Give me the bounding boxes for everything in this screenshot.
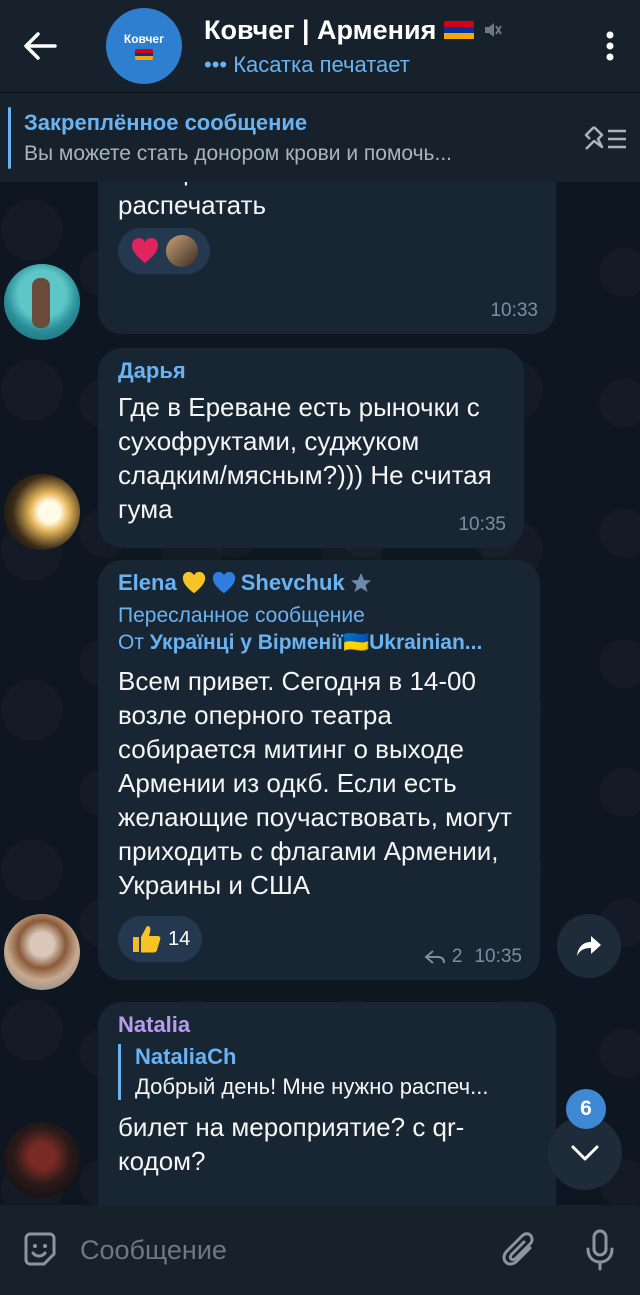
forward-from-name: Українці у Вірменії🇺🇦Ukrainian... — [149, 631, 483, 654]
chat-title-row: Ковчег | Армения — [204, 15, 580, 46]
pinned-title: Закреплённое сообщение — [24, 109, 308, 135]
muted-icon — [485, 23, 503, 37]
unread-badge: 6 — [566, 1089, 606, 1129]
pinned-message-bar[interactable]: Закреплённое сообщение Вы можете стать д… — [0, 92, 640, 182]
reaction-heart[interactable] — [118, 228, 210, 274]
message-text-partial: и в офисах моб.связи распечатать — [118, 182, 380, 220]
message-time: 10:35 — [458, 514, 506, 535]
message-author[interactable]: Elena Shevchuk — [118, 570, 520, 596]
pinned-indicator — [8, 106, 11, 169]
message-meta: 2 10:35 — [424, 946, 522, 968]
microphone-icon — [586, 1229, 614, 1271]
message-text: Всем привет. Сегодня в 14-00 возле оперн… — [118, 666, 512, 900]
chevron-down-icon — [571, 1145, 599, 1161]
heart-icon — [132, 238, 158, 263]
reactions-row — [118, 228, 536, 274]
chat-header: Ковчег Ковчег | Армения ••• Касатка печа… — [0, 0, 640, 92]
message-time: 10:33 — [490, 300, 538, 321]
reaction-count: 14 — [168, 927, 191, 950]
message-input[interactable] — [80, 1234, 480, 1266]
reply-text: Добрый день! Мне нужно распеч... — [135, 1074, 489, 1099]
yellow-heart-icon — [182, 571, 205, 594]
back-button[interactable] — [0, 0, 80, 92]
armenia-flag-icon — [444, 20, 475, 40]
avatar[interactable] — [4, 914, 80, 990]
armenia-flag-icon — [135, 49, 153, 60]
chat-title: Ковчег | Армения — [204, 14, 437, 45]
message-text: билет на мероприятие? с qr-кодом? — [118, 1112, 465, 1176]
message-time: 10:35 — [474, 946, 522, 967]
reply-author: NataliaCh — [135, 1044, 237, 1069]
avatar[interactable] — [4, 264, 80, 340]
message-bubble[interactable]: Elena Shevchuk Пересланное сообщение От … — [98, 560, 540, 980]
emoji-button[interactable] — [0, 1230, 80, 1270]
unpin-list-icon — [584, 125, 626, 150]
typing-status: Касатка печатает — [233, 51, 410, 77]
message-text: Где в Ереване есть рыночки с сухофруктам… — [118, 392, 492, 524]
avatar[interactable] — [4, 1122, 80, 1198]
reply-count: 2 — [451, 946, 463, 967]
reply-icon — [424, 950, 445, 964]
message-bubble[interactable]: и в офисах моб.связи распечатать 10:33 — [98, 182, 556, 334]
pinned-content: Закреплённое сообщение Вы можете стать д… — [24, 110, 570, 166]
forward-source[interactable]: От Українці у Вірменії🇺🇦Ukrainian... — [118, 629, 520, 656]
more-vert-icon — [606, 31, 614, 61]
chat-avatar-text: Ковчег — [123, 32, 165, 46]
author-name: Elena — [118, 570, 177, 595]
mic-button[interactable] — [560, 1229, 640, 1271]
forward-label: Пересланное сообщение — [118, 604, 365, 627]
forward-from-prefix: От — [118, 631, 144, 654]
author-name-suffix: Shevchuk — [240, 570, 345, 595]
chat-status: ••• Касатка печатает — [204, 52, 580, 78]
share-button[interactable] — [557, 914, 621, 978]
message-author[interactable]: Natalia — [118, 1012, 536, 1038]
chat-title-block[interactable]: Ковчег | Армения ••• Касатка печатает — [204, 15, 580, 78]
reaction-user-avatar — [166, 235, 198, 267]
message-author[interactable]: Дарья — [118, 358, 504, 384]
avatar[interactable] — [4, 474, 80, 550]
message-text: и в офисах моб.связи распечатать — [118, 182, 536, 222]
typing-dots: ••• — [204, 51, 228, 77]
chat-avatar[interactable]: Ковчег — [106, 8, 182, 84]
paperclip-icon — [502, 1232, 534, 1266]
star-icon — [350, 573, 371, 592]
pinned-list-button[interactable] — [570, 123, 640, 153]
reaction-thumbs-up[interactable]: 14 — [118, 916, 203, 962]
message-list[interactable]: и в офисах моб.связи распечатать 10:33 Д… — [0, 182, 640, 1205]
message-input-bar — [0, 1205, 640, 1295]
more-menu-button[interactable] — [580, 0, 640, 92]
arrow-left-icon — [24, 32, 57, 60]
blue-heart-icon — [212, 571, 235, 594]
attach-button[interactable] — [480, 1230, 560, 1270]
sticker-smile-icon — [24, 1232, 56, 1266]
reply-quote[interactable]: NataliaCh Добрый день! Мне нужно распеч.… — [118, 1044, 536, 1100]
pinned-text: Вы можете стать донором крови и помочь..… — [24, 141, 452, 165]
message-bubble[interactable]: Дарья Где в Ереване есть рыночки с сухоф… — [98, 348, 524, 548]
share-arrow-icon — [577, 936, 601, 956]
message-bubble[interactable]: Natalia NataliaCh Добрый день! Мне нужно… — [98, 1002, 556, 1205]
thumbs-up-icon — [133, 926, 161, 953]
